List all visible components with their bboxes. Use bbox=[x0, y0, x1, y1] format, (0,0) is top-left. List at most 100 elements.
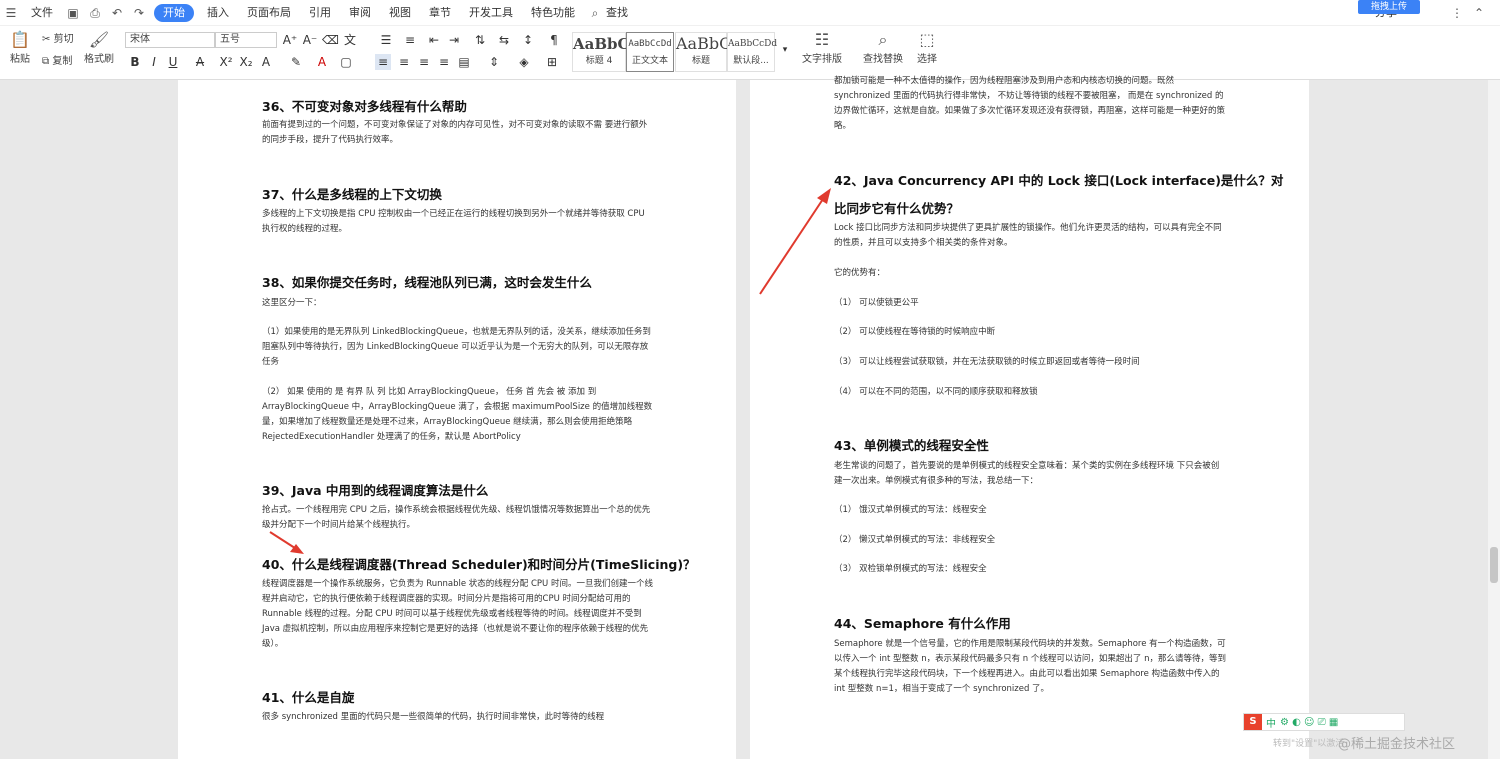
cut-button[interactable]: ✂ 剪切 bbox=[42, 30, 78, 45]
heading-44: 44、Semaphore 有什么作用 bbox=[834, 616, 1011, 631]
sort-icon[interactable]: ⇅ bbox=[472, 32, 488, 48]
paste-button[interactable]: 📋 粘贴 bbox=[6, 30, 34, 65]
hamburger-icon[interactable]: ☰ bbox=[4, 6, 18, 20]
cursor-icon: ⬚ bbox=[919, 30, 935, 49]
print-icon[interactable]: ⎙ bbox=[88, 6, 102, 20]
singleton-item: （3） 双检锁单例模式的写法：线程安全 bbox=[834, 564, 987, 574]
save-icon[interactable]: ▣ bbox=[66, 6, 80, 20]
borders-icon[interactable]: ⊞ bbox=[544, 54, 560, 70]
line-spacing2-icon[interactable]: ⇕ bbox=[486, 54, 502, 70]
tab-review[interactable]: 审阅 bbox=[340, 0, 380, 26]
style-default[interactable]: AaBbCcDd 默认段... bbox=[727, 32, 778, 72]
undo-icon[interactable]: ↶ bbox=[110, 6, 124, 20]
tab-layout[interactable]: 页面布局 bbox=[238, 0, 300, 26]
tab-developer[interactable]: 开发工具 bbox=[460, 0, 522, 26]
ime-toolbar[interactable]: S 中 ⚙ ◐ ☺ ⎚ ▦ bbox=[1243, 713, 1405, 731]
strikethrough-icon[interactable]: A bbox=[192, 54, 208, 70]
select-button[interactable]: ⬚ 选择 bbox=[912, 30, 942, 65]
highlight-icon[interactable]: ✎ bbox=[288, 54, 304, 70]
grow-font-icon[interactable]: A⁺ bbox=[282, 32, 298, 48]
align-center-icon[interactable]: ≡ bbox=[396, 54, 412, 70]
tab-section[interactable]: 章节 bbox=[420, 0, 460, 26]
shrink-font-icon[interactable]: A⁻ bbox=[302, 32, 318, 48]
copy-icon: ⧉ bbox=[42, 56, 50, 67]
tab-insert[interactable]: 插入 bbox=[198, 0, 238, 26]
redo-icon[interactable]: ↷ bbox=[132, 6, 146, 20]
bullet-list-icon[interactable]: ☰ bbox=[378, 32, 394, 48]
para-36: 前面有提到过的一个问题，不可变对象保证了对象的内存可见性，对不可变对象的读取不需… bbox=[262, 120, 648, 145]
heading-39: 39、Java 中用到的线程调度算法是什么 bbox=[262, 483, 489, 498]
menu-file[interactable]: 文件 bbox=[22, 0, 62, 26]
search-icon[interactable]: ⌕ bbox=[588, 6, 602, 20]
tab-view[interactable]: 视图 bbox=[380, 0, 420, 26]
heading-43: 43、单例模式的线程安全性 bbox=[834, 438, 989, 453]
heading-37: 37、什么是多线程的上下文切换 bbox=[262, 187, 442, 202]
heading-41: 41、什么是自旋 bbox=[262, 690, 355, 705]
heading-42-line2: 比同步它有什么优势？ bbox=[834, 201, 960, 216]
heading-40: 40、什么是线程调度器(Thread Scheduler)和时间分片(TimeS… bbox=[262, 557, 696, 572]
ime-mode-label[interactable]: 中 bbox=[1266, 715, 1276, 730]
italic-icon[interactable]: I bbox=[146, 54, 162, 70]
styles-more-icon[interactable]: ▾ bbox=[777, 42, 793, 58]
subscript-icon[interactable]: X₂ bbox=[238, 54, 254, 70]
tab-features[interactable]: 特色功能 bbox=[522, 0, 584, 26]
advantage-item: （1） 可以使锁更公平 bbox=[834, 298, 919, 308]
clipboard-icon: 📋 bbox=[10, 30, 30, 49]
clear-format-icon[interactable]: ⌫ bbox=[322, 32, 339, 48]
collapse-icon[interactable]: ⌃ bbox=[1472, 6, 1486, 20]
numbered-list-icon[interactable]: ≡ bbox=[402, 32, 418, 48]
style-name: 标题 4 bbox=[585, 56, 613, 66]
tab-reference[interactable]: 引用 bbox=[300, 0, 340, 26]
document-page-right[interactable]: 都加锁可能是一种不太值得的操作，因为线程阻塞涉及到用户态和内核态切换的问题。既然… bbox=[750, 76, 1309, 759]
singleton-item: （1） 饿汉式单例模式的写法：线程安全 bbox=[834, 505, 987, 515]
copy-label: 复制 bbox=[52, 56, 73, 67]
shading-icon[interactable]: ◈ bbox=[516, 54, 532, 70]
search-button[interactable]: 查找 bbox=[606, 0, 637, 26]
find-replace-button[interactable]: ⌕ 查找替换 bbox=[860, 30, 906, 65]
distributed-icon[interactable]: ▤ bbox=[456, 54, 472, 70]
font-size-select[interactable]: 五号 bbox=[215, 32, 277, 48]
scrollbar-thumb[interactable] bbox=[1490, 547, 1498, 583]
para-41: 很多 synchronized 里面的代码只是一些很简单的代码，执行时间非常快，… bbox=[262, 712, 605, 722]
phonetic-icon[interactable]: 文 bbox=[342, 32, 358, 48]
char-border-icon[interactable]: ▢ bbox=[338, 54, 354, 70]
justify-icon[interactable]: ≡ bbox=[436, 54, 452, 70]
format-painter-button[interactable]: 🖌 格式刷 bbox=[84, 30, 114, 65]
text-layout-button[interactable]: ☷ 文字排版 bbox=[800, 30, 844, 65]
advantage-item: （2） 可以使线程在等待锁的时候响应中断 bbox=[834, 327, 996, 337]
tab-home[interactable]: 开始 bbox=[154, 3, 194, 22]
scissors-icon: ✂ bbox=[42, 34, 51, 45]
upload-button[interactable]: 拖拽上传 bbox=[1358, 0, 1420, 14]
vertical-scrollbar[interactable] bbox=[1488, 80, 1500, 759]
outdent-icon[interactable]: ⇤ bbox=[426, 32, 442, 48]
menu-bar: ☰ 文件 ▣ ⎙ ↶ ↷ 开始 插入 页面布局 引用 审阅 视图 章节 开发工具… bbox=[0, 0, 1500, 26]
line-spacing-icon[interactable]: ↕ bbox=[520, 32, 536, 48]
bold-icon[interactable]: B bbox=[127, 54, 143, 70]
style-body-text[interactable]: AaBbCcDd 正文文本 bbox=[626, 32, 674, 72]
more-icon[interactable]: ⋮ bbox=[1450, 6, 1464, 20]
align-right-icon[interactable]: ≡ bbox=[416, 54, 432, 70]
ime-tools-icon[interactable]: ⚙ ◐ ☺ ⎚ ▦ bbox=[1280, 717, 1338, 728]
text-effect-icon[interactable]: A bbox=[258, 54, 274, 70]
select-label: 选择 bbox=[917, 54, 937, 65]
font-name-select[interactable]: 宋体 bbox=[125, 32, 215, 48]
text-direction-icon[interactable]: ⇆ bbox=[496, 32, 512, 48]
style-title[interactable]: AaBbC 标题 bbox=[675, 32, 731, 72]
style-sample: AaBbCcDd bbox=[728, 39, 778, 49]
paragraph-mark-icon[interactable]: ¶ bbox=[546, 32, 562, 48]
para-39: 抢占式。一个线程用完 CPU 之后，操作系统会根据线程优先级、线程饥饿情况等数据… bbox=[262, 505, 651, 530]
align-left-icon[interactable]: ≡ bbox=[375, 54, 391, 70]
magnifier-icon: ⌕ bbox=[878, 30, 888, 49]
style-name: 默认段... bbox=[733, 56, 769, 66]
document-page-left[interactable]: 36、不可变对象对多线程有什么帮助 前面有提到过的一个问题，不可变对象保证了对象… bbox=[178, 80, 736, 759]
text-layout-label: 文字排版 bbox=[802, 54, 842, 65]
advantage-item: （3） 可以让线程尝试获取锁，并在无法获取锁的时候立即返回或者等待一段时间 bbox=[834, 357, 1140, 367]
superscript-icon[interactable]: X² bbox=[218, 54, 234, 70]
watermark: @稀土掘金技术社区 bbox=[1338, 737, 1456, 752]
heading-36: 36、不可变对象对多线程有什么帮助 bbox=[262, 99, 467, 114]
indent-icon[interactable]: ⇥ bbox=[446, 32, 462, 48]
style-heading4[interactable]: AaBbC 标题 4 bbox=[572, 32, 629, 72]
copy-button[interactable]: ⧉ 复制 bbox=[42, 52, 78, 67]
underline-icon[interactable]: U bbox=[165, 54, 181, 70]
font-color-icon[interactable]: A bbox=[314, 54, 330, 70]
